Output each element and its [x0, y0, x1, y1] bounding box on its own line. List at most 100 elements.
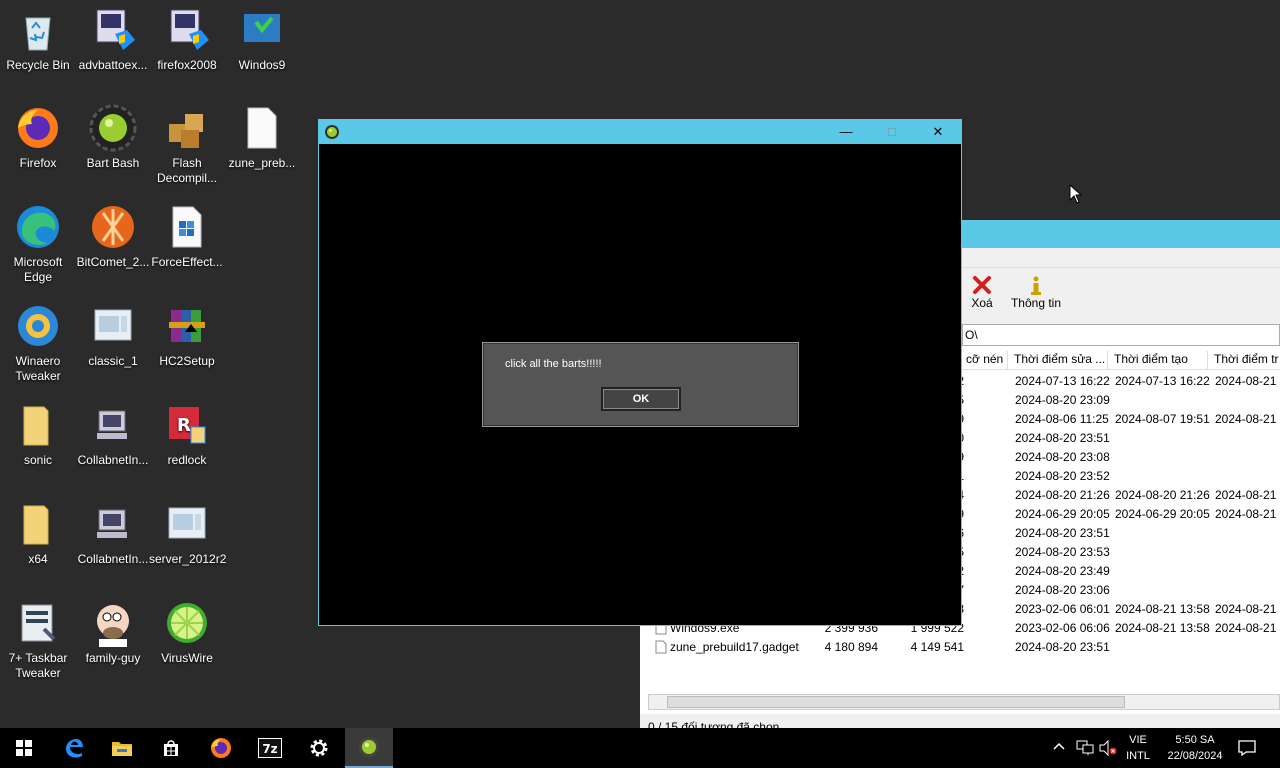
minimize-button[interactable]: —: [823, 120, 869, 144]
message-dialog: click all the barts!!!!! OK: [482, 342, 799, 427]
taskbar-store[interactable]: [147, 728, 195, 768]
desktop-icon[interactable]: Recycle Bin: [0, 6, 76, 73]
desktop-icon-label: advbattoex...: [78, 58, 148, 72]
svg-text:7z: 7z: [262, 742, 277, 756]
taskbar-7zip[interactable]: 7z: [246, 728, 294, 768]
cell-accessed: 2024-08-21 1: [1215, 374, 1280, 388]
column-header-accessed[interactable]: Thời điểm tr: [1210, 351, 1280, 369]
folder-icon: [14, 500, 62, 548]
family-guy-icon: [89, 599, 137, 647]
delete-label: Xoá: [971, 296, 993, 310]
cell-accessed: 2024-08-21 1: [1215, 507, 1280, 521]
language-indicator[interactable]: VIE INTL: [1122, 732, 1154, 764]
cube-file-icon: [163, 203, 211, 251]
start-button[interactable]: [0, 728, 48, 768]
cell-accessed: 2024-08-21 1: [1215, 621, 1280, 635]
close-button[interactable]: ✕: [915, 120, 961, 144]
tray-chevron-up-icon[interactable]: [1052, 740, 1066, 768]
desktop-icon[interactable]: x64: [0, 500, 76, 567]
desktop-icon-label: Recycle Bin: [6, 58, 70, 72]
taskbar-bart-bash[interactable]: [345, 728, 393, 768]
desktop-icon[interactable]: classic_1: [75, 302, 151, 369]
recycle-bin-icon: [14, 6, 62, 54]
clock[interactable]: 5:50 SA 22/08/2024: [1160, 732, 1230, 764]
desktop-icon-label: BitComet_2...: [76, 255, 150, 269]
delete-button[interactable]: Xoá: [964, 274, 1000, 310]
cell-size: 4 180 894: [824, 640, 878, 654]
cell-created: 2024-08-21 13:58: [1115, 602, 1210, 616]
column-header-modified[interactable]: Thời điểm sửa ...: [1010, 351, 1108, 369]
info-icon: [1031, 276, 1041, 295]
computer-setup-icon: [89, 500, 137, 548]
window-shot-icon: [163, 500, 211, 548]
desktop-icon[interactable]: Winaero Tweaker: [0, 302, 76, 384]
desktop-icon[interactable]: BitComet_2...: [75, 203, 151, 270]
desktop-icon[interactable]: CollabnetIn...: [75, 500, 151, 567]
column-header-packed[interactable]: cỡ nén: [962, 351, 1008, 369]
cell-modified: 2024-08-20 21:26: [1015, 488, 1110, 502]
folder-icon: [14, 401, 62, 449]
cell-accessed: 2024-08-21 1: [1215, 488, 1280, 502]
desktop-icon-label: Bart Bash: [86, 156, 140, 170]
desktop-icon[interactable]: Firefox: [0, 104, 76, 171]
desktop-icon[interactable]: 7+ Taskbar Tweaker: [0, 599, 76, 681]
cell-accessed: 2024-08-21 1: [1215, 412, 1280, 426]
lime-icon: [163, 599, 211, 647]
gear-ball-icon: [359, 737, 379, 757]
edge-legacy-icon: [66, 739, 83, 758]
cell-modified: 2024-08-20 23:53: [1015, 545, 1110, 559]
desktop-icon-label: classic_1: [88, 354, 138, 368]
redlock-icon: R: [163, 401, 211, 449]
file-manager-titlebar[interactable]: [962, 220, 1280, 248]
desktop-icon-label: Windos9: [238, 58, 286, 72]
cell-modified: 2024-08-20 23:52: [1015, 469, 1110, 483]
desktop-icon[interactable]: VirusWire: [149, 599, 225, 666]
desktop-icon-label: zune_preb...: [228, 156, 296, 170]
desktop-icon[interactable]: family-guy: [75, 599, 151, 666]
network-icon[interactable]: [1076, 740, 1094, 768]
firefox-icon: [211, 738, 231, 758]
volume-muted-icon[interactable]: [1099, 739, 1117, 768]
desktop-icon[interactable]: zune_preb...: [224, 104, 300, 171]
table-row[interactable]: zune_prebuild17.gadget 4 180 894 4 149 541…: [640, 638, 1280, 657]
info-button[interactable]: Thông tin: [1008, 274, 1064, 310]
installer-icon: [163, 6, 211, 54]
desktop-icon[interactable]: firefox2008: [149, 6, 225, 73]
desktop-icon[interactable]: Flash Decompil...: [149, 104, 225, 186]
cell-created: 2024-06-29 20:05: [1115, 507, 1210, 521]
column-header-created[interactable]: Thời điểm tạo: [1110, 351, 1208, 369]
taskbar-settings[interactable]: [295, 728, 343, 768]
desktop-icon-label: 7+ Taskbar Tweaker: [8, 651, 68, 680]
cell-name: zune_prebuild17.gadget: [670, 640, 799, 654]
horizontal-scrollbar[interactable]: [648, 694, 1280, 710]
cell-modified: 2024-07-13 16:22: [1015, 374, 1110, 388]
desktop-icon[interactable]: server_2012r2: [149, 500, 226, 567]
maximize-button[interactable]: □: [869, 120, 915, 144]
desktop-icon[interactable]: Windos9: [224, 6, 300, 73]
desktop-icon-label: VirusWire: [161, 651, 213, 665]
taskbar: 7z VIE INTL 5:50 SA 22/08/2024: [0, 728, 1280, 768]
game-titlebar[interactable]: — □ ✕: [319, 120, 961, 144]
taskbar-firefox[interactable]: [197, 728, 245, 768]
notification-icon[interactable]: [1238, 739, 1256, 768]
desktop-icon-label: CollabnetIn...: [77, 453, 149, 467]
desktop-icon[interactable]: Bart Bash: [75, 104, 151, 171]
address-bar[interactable]: O\: [962, 324, 1280, 346]
desktop-icon[interactable]: sonic: [0, 401, 76, 468]
taskbar-edge[interactable]: [50, 728, 98, 768]
cell-modified: 2024-08-20 23:09: [1015, 393, 1110, 407]
desktop-icon[interactable]: advbattoex...: [75, 6, 151, 73]
desktop-icon-label: CollabnetIn...: [77, 552, 149, 566]
desktop-icon[interactable]: Microsoft Edge: [0, 203, 76, 285]
desktop-icon[interactable]: CollabnetIn...: [75, 401, 151, 468]
desktop-icon[interactable]: Rredlock: [149, 401, 225, 468]
winaero-icon: [14, 302, 62, 350]
keyboard-layout: INTL: [1126, 750, 1150, 762]
desktop-icon[interactable]: ForceEffect...: [149, 203, 225, 270]
desktop-icon[interactable]: HC2Setup: [149, 302, 225, 369]
file-icon: [238, 104, 286, 152]
taskbar-file-explorer[interactable]: [98, 728, 146, 768]
scrollbar-thumb[interactable]: [667, 696, 1125, 708]
desktop-icon-label: HC2Setup: [159, 354, 215, 368]
ok-button[interactable]: OK: [601, 387, 681, 411]
